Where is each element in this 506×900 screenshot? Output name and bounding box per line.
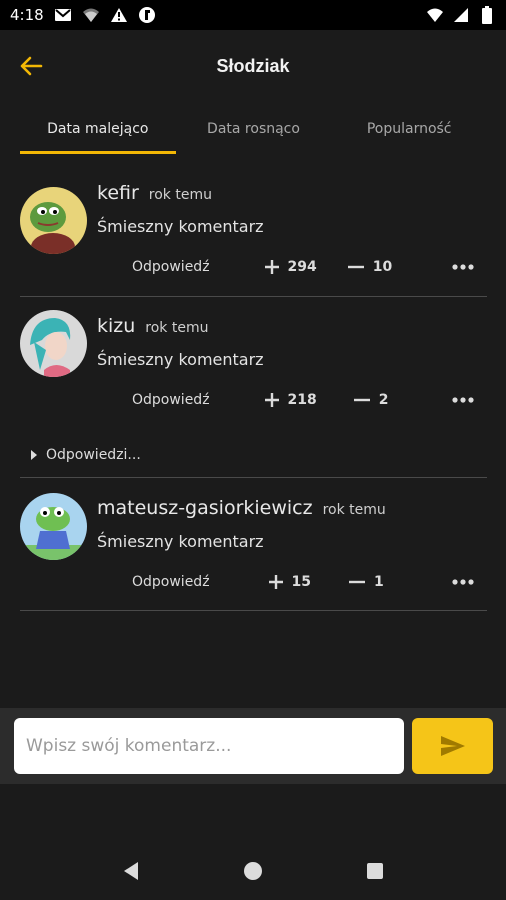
signal-icon — [452, 6, 470, 24]
comment-time: rok temu — [148, 187, 212, 203]
back-button[interactable] — [16, 52, 46, 80]
upvote-count: 15 — [291, 574, 312, 590]
downvote-button[interactable]: 10 — [347, 259, 392, 275]
comment-time: rok temu — [322, 502, 386, 518]
more-dots-icon — [452, 397, 474, 403]
back-triangle-icon — [124, 862, 138, 880]
avatar[interactable] — [20, 310, 87, 377]
avatar[interactable] — [20, 493, 87, 560]
downvote-count: 2 — [378, 392, 389, 408]
show-replies-label: Odpowiedzi... — [46, 447, 141, 463]
comment-author[interactable]: kizu — [97, 315, 135, 337]
downvote-count: 10 — [372, 259, 393, 275]
comment-author[interactable]: mateusz-gasiorkiewicz — [97, 497, 313, 519]
nav-home-button[interactable] — [233, 851, 273, 891]
minus-icon — [353, 398, 370, 402]
arrow-left-icon — [20, 56, 43, 76]
battery-icon — [478, 6, 496, 24]
downvote-count: 1 — [374, 574, 384, 590]
more-options-button[interactable] — [449, 255, 477, 279]
plus-icon — [264, 393, 279, 407]
upvote-button[interactable]: 218 — [264, 392, 317, 408]
reply-button[interactable]: Odpowiedź — [132, 259, 210, 275]
comment-composer — [0, 708, 506, 784]
comment-actions: Odpowiedź 218 2 — [132, 388, 477, 412]
page-title: Słodziak — [216, 55, 290, 76]
plus-icon — [264, 260, 279, 274]
comment-actions: Odpowiedź 15 1 — [132, 570, 477, 594]
avatar[interactable] — [20, 187, 87, 254]
app-bar: Słodziak — [0, 30, 506, 102]
minus-icon — [349, 580, 366, 584]
comment-author[interactable]: kefir — [97, 182, 139, 204]
send-button[interactable] — [412, 718, 493, 774]
triangle-right-icon — [31, 450, 37, 460]
status-bar: 4:18 — [0, 0, 506, 30]
nav-recents-button[interactable] — [355, 851, 395, 891]
upvote-button[interactable]: 294 — [264, 259, 317, 275]
send-icon — [440, 736, 465, 756]
warning-icon — [110, 6, 128, 24]
comment-actions: Odpowiedź 294 10 — [132, 255, 477, 279]
more-dots-icon — [452, 579, 474, 585]
comment-text: Śmieszny komentarz — [97, 217, 264, 236]
plus-icon — [268, 575, 283, 589]
comment-item: mateusz-gasiorkiewicz rok temu Śmieszny … — [20, 479, 487, 611]
minus-icon — [347, 265, 364, 269]
more-dots-icon — [452, 264, 474, 270]
more-options-button[interactable] — [449, 388, 477, 412]
status-time: 4:18 — [10, 6, 44, 24]
tab-date-ascending[interactable]: Data rosnąco — [176, 104, 332, 154]
downvote-button[interactable]: 2 — [353, 392, 389, 408]
comment-item: kefir rok temu Śmieszny komentarz Odpowi… — [20, 170, 487, 297]
upvote-count: 218 — [287, 392, 317, 408]
app-notification-icon — [138, 6, 156, 24]
sort-tabs: Data malejąco Data rosnąco Popularność — [20, 104, 487, 154]
comment-text: Śmieszny komentarz — [97, 350, 264, 369]
show-replies-button[interactable]: Odpowiedzi... — [30, 444, 141, 466]
tab-popularity[interactable]: Popularność — [331, 104, 487, 154]
wifi-off-icon — [82, 6, 100, 24]
system-nav-bar — [0, 842, 506, 900]
gmail-icon — [54, 6, 72, 24]
upvote-count: 294 — [287, 259, 317, 275]
reply-button[interactable]: Odpowiedź — [132, 574, 210, 590]
comment-text: Śmieszny komentarz — [97, 532, 264, 551]
upvote-button[interactable]: 15 — [268, 574, 311, 590]
wifi-icon — [426, 6, 444, 24]
downvote-button[interactable]: 1 — [348, 574, 384, 590]
nav-back-button[interactable] — [111, 851, 151, 891]
recents-square-icon — [367, 863, 383, 879]
comment-input[interactable] — [14, 718, 404, 774]
tab-date-descending[interactable]: Data malejąco — [20, 104, 176, 154]
comment-time: rok temu — [145, 320, 209, 336]
home-circle-icon — [244, 862, 262, 880]
reply-button[interactable]: Odpowiedź — [132, 392, 210, 408]
more-options-button[interactable] — [449, 570, 477, 594]
